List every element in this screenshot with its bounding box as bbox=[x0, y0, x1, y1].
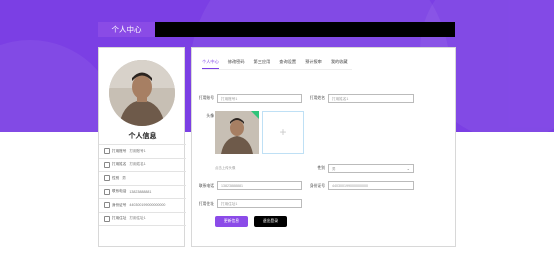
tab-favorites[interactable]: 我的收藏 bbox=[331, 59, 348, 69]
info-label: 身份证号 bbox=[112, 202, 127, 207]
tab-divider bbox=[202, 69, 352, 70]
info-label: 打用住址 bbox=[112, 216, 127, 221]
info-value: 打用账号1 bbox=[129, 148, 146, 153]
phone-input[interactable]: 13823888881 bbox=[217, 181, 302, 190]
info-label: 联系电话 bbox=[112, 189, 127, 194]
user-icon bbox=[104, 148, 110, 155]
info-row-address: 打用住址 打用住址1 bbox=[99, 211, 186, 226]
main-panel: 个人中心 修改密码 第三应用 查询设置 预计报审 我的收藏 打用账号 打用账号1… bbox=[191, 47, 456, 247]
idcard-input[interactable]: 440300199000000000 bbox=[328, 181, 414, 190]
info-row-name: 打用姓名 打用姓名1 bbox=[99, 157, 186, 172]
save-button[interactable]: 更新信息 bbox=[215, 216, 248, 227]
info-value: 13823888881 bbox=[129, 189, 152, 194]
name-label: 打用姓名 bbox=[309, 96, 325, 100]
gender-label: 性别 bbox=[317, 166, 325, 170]
upload-hint: 点击上传头像 bbox=[215, 166, 236, 170]
info-value: 440300199000000000 bbox=[129, 203, 166, 208]
logout-button[interactable]: 退出登录 bbox=[254, 216, 287, 227]
tab-change-password[interactable]: 修改密码 bbox=[228, 59, 245, 69]
info-label: 打用姓名 bbox=[112, 162, 127, 167]
plus-icon: + bbox=[279, 125, 287, 139]
page-title: 个人中心 bbox=[98, 22, 155, 37]
upload-avatar-button[interactable]: + bbox=[262, 111, 304, 154]
info-row-gender: 性别 男 bbox=[99, 171, 186, 185]
info-label: 性别 bbox=[112, 175, 120, 180]
tab-third-party[interactable]: 第三应用 bbox=[254, 59, 271, 69]
phone-label: 联系电话 bbox=[198, 184, 214, 188]
tab-bar: 个人中心 修改密码 第三应用 查询设置 预计报审 我的收藏 bbox=[202, 59, 357, 69]
profile-card: 个人信息 打用账号 打用账号1 打用姓名 打用姓名1 性别 男 联系电话 138… bbox=[98, 47, 186, 247]
avatar bbox=[109, 60, 175, 126]
account-input[interactable]: 打用账号1 bbox=[217, 94, 302, 103]
location-icon bbox=[104, 215, 110, 222]
account-label: 打用账号 bbox=[198, 96, 214, 100]
info-value: 男 bbox=[122, 175, 126, 180]
info-row-account: 打用账号 打用账号1 bbox=[99, 144, 186, 158]
info-value: 打用住址1 bbox=[129, 216, 146, 221]
profile-info-list: 打用账号 打用账号1 打用姓名 打用姓名1 性别 男 联系电话 13823888… bbox=[99, 144, 186, 226]
name-input[interactable]: 打用姓名1 bbox=[328, 94, 414, 103]
gender-select[interactable]: 男 ⌄ bbox=[328, 164, 414, 173]
id-icon bbox=[104, 161, 110, 168]
tab-query-settings[interactable]: 查询设置 bbox=[279, 59, 296, 69]
avatar-label: 头像 bbox=[206, 114, 214, 118]
info-label: 打用账号 bbox=[112, 148, 127, 153]
profile-panel-title: 个人信息 bbox=[128, 133, 157, 140]
gender-selected-value: 男 bbox=[332, 167, 336, 171]
info-row-phone: 联系电话 13823888881 bbox=[99, 184, 186, 199]
avatar-preview[interactable] bbox=[215, 111, 259, 154]
info-row-idcard: 身份证号 440300199000000000 bbox=[99, 198, 186, 212]
info-value: 打用姓名1 bbox=[129, 162, 146, 167]
phone-icon bbox=[104, 188, 110, 195]
idcard-label: 身份证号 bbox=[309, 184, 325, 188]
address-label: 打用住址 bbox=[198, 202, 214, 206]
gender-icon bbox=[104, 175, 110, 182]
tab-review[interactable]: 预计报审 bbox=[305, 59, 322, 69]
address-input[interactable]: 打用住址1 bbox=[217, 199, 302, 208]
tab-personal-center[interactable]: 个人中心 bbox=[202, 59, 219, 69]
card-icon bbox=[104, 202, 110, 209]
chevron-down-icon: ⌄ bbox=[406, 166, 410, 171]
